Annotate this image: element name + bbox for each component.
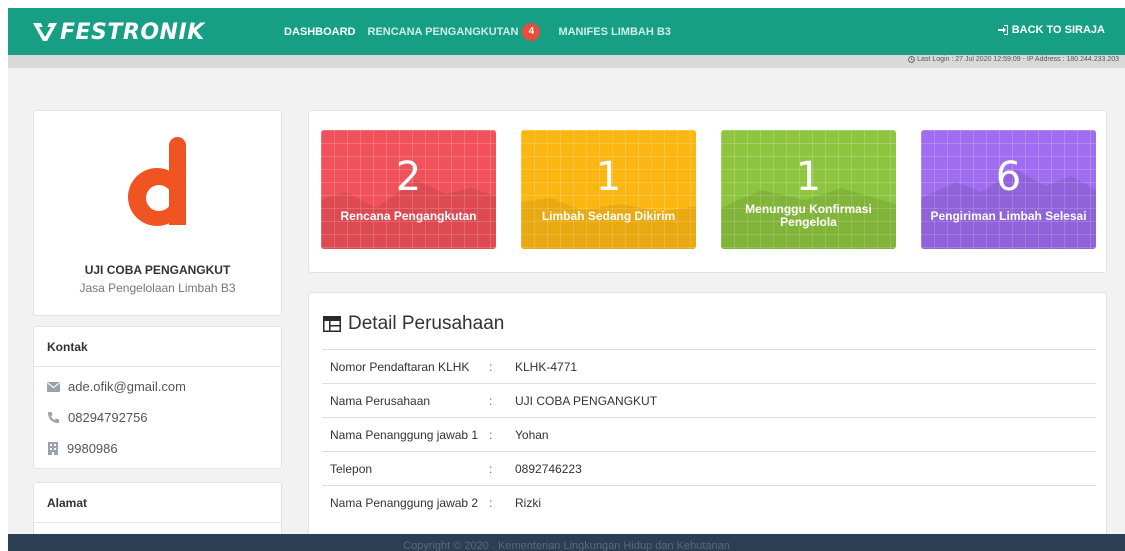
contact-card: Kontak ade.ofik@gmail.com 08294792756 99… (33, 326, 282, 469)
company-logo (124, 137, 190, 227)
last-login-text: Last Login : 27 Jul 2020 12:59:09 - IP A… (917, 56, 1119, 63)
stat-label: Menunggu Konfirmasi Pengelola (745, 202, 872, 229)
detail-title-text: Detail Perusahaan (348, 313, 505, 334)
company-profile-card: UJI COBA PENGANGKUT Jasa Pengelolaan Lim… (33, 110, 282, 316)
status-subbar: Last Login : 27 Jul 2020 12:59:09 - IP A… (8, 55, 1125, 68)
table-row: Nama Penanggung jawab 1 : Yohan (322, 417, 1096, 452)
back-to-siraja-link[interactable]: BACK TO SIRAJA (997, 24, 1105, 36)
company-name: UJI COBA PENGANGKUT (84, 263, 231, 277)
stat-tile-dikirim[interactable]: 1 Limbah Sedang Dikirim (521, 130, 696, 249)
detail-value: Yohan (515, 417, 1096, 452)
detail-title: Detail Perusahaan (323, 313, 504, 335)
brand-logo[interactable]: FESTRONIK (32, 18, 205, 46)
nav-manifes-limbah[interactable]: MANIFES LIMBAH B3 (558, 26, 670, 38)
stat-value: 6 (995, 154, 1022, 200)
contact-phone-row: 08294792756 (34, 402, 281, 433)
detail-separator: : (489, 383, 515, 418)
back-to-siraja-label: BACK TO SIRAJA (1011, 24, 1105, 36)
detail-value: 0892746223 (515, 451, 1096, 486)
nav-rencana-pengangkutan[interactable]: RENCANA PENGANGKUTAN 4 (367, 22, 541, 41)
stat-value: 1 (595, 154, 622, 200)
address-heading: Alamat (34, 483, 281, 523)
table-row: Nomor Pendaftaran KLHK : KLHK-4771 (322, 349, 1096, 384)
detail-separator: : (489, 451, 515, 486)
detail-value: UJI COBA PENGANGKUT (515, 383, 1096, 418)
envelope-icon (47, 381, 60, 392)
brand-chevron-icon (33, 23, 57, 41)
contact-email: ade.ofik@gmail.com (68, 379, 186, 394)
footer-copyright: Copyright © 2020 . Kementerian Lingkunga… (403, 540, 730, 551)
phone-icon (48, 412, 59, 423)
contact-email-row: ade.ofik@gmail.com (34, 371, 281, 402)
stat-label: Rencana Pengangkutan (340, 208, 477, 223)
nav-rencana-badge: 4 (522, 22, 541, 41)
detail-key: Nomor Pendaftaran KLHK (322, 349, 489, 384)
contact-fax-row: 9980986 (34, 433, 281, 464)
stat-value: 1 (795, 154, 822, 200)
last-login-info: Last Login : 27 Jul 2020 12:59:09 - IP A… (908, 56, 1119, 63)
table-row: Telepon : 0892746223 (322, 451, 1096, 486)
detail-value: Rizki (515, 485, 1096, 520)
detail-value: KLHK-4771 (515, 349, 1096, 384)
stat-value: 2 (395, 154, 422, 200)
app-frame: FESTRONIK DASHBOARD RENCANA PENGANGKUTAN… (8, 8, 1125, 551)
detail-table: Nomor Pendaftaran KLHK : KLHK-4771 Nama … (322, 349, 1096, 520)
contact-list: ade.ofik@gmail.com 08294792756 9980986 (34, 367, 281, 464)
detail-key: Nama Penanggung jawab 2 (322, 485, 489, 520)
stat-tile-rencana[interactable]: 2 Rencana Pengangkutan (321, 130, 496, 249)
detail-key: Telepon (322, 451, 489, 486)
company-detail-card: Detail Perusahaan Nomor Pendaftaran KLHK… (308, 292, 1107, 551)
detail-separator: : (489, 485, 515, 520)
company-type: Jasa Pengelolaan Limbah B3 (79, 281, 236, 295)
detail-separator: : (489, 417, 515, 452)
contact-phone: 08294792756 (68, 410, 148, 425)
table-icon (323, 316, 341, 332)
brand-name: FESTRONIK (60, 19, 205, 45)
clock-icon (908, 56, 915, 63)
contact-fax: 9980986 (67, 441, 118, 456)
contact-heading: Kontak (34, 327, 281, 367)
stats-card: 2 Rencana Pengangkutan 1 Limbah Sedang D… (308, 110, 1107, 273)
nav-dashboard[interactable]: DASHBOARD (284, 26, 356, 38)
detail-key: Nama Penanggung jawab 1 (322, 417, 489, 452)
stat-label: Pengiriman Limbah Selesai (930, 208, 1087, 223)
sign-in-icon (997, 25, 1008, 35)
main-nav: DASHBOARD RENCANA PENGANGKUTAN 4 MANIFES… (284, 8, 689, 55)
detail-separator: : (489, 349, 515, 384)
building-icon (48, 442, 58, 455)
nav-manifes-label: MANIFES LIMBAH B3 (558, 25, 671, 38)
table-row: Nama Penanggung jawab 2 : Rizki (322, 485, 1096, 520)
detail-key: Nama Perusahaan (322, 383, 489, 418)
top-navbar: FESTRONIK DASHBOARD RENCANA PENGANGKUTAN… (8, 8, 1125, 55)
table-row: Nama Perusahaan : UJI COBA PENGANGKUT (322, 383, 1096, 418)
stat-tile-selesai[interactable]: 6 Pengiriman Limbah Selesai (921, 130, 1096, 249)
nav-rencana-label: RENCANA PENGANGKUTAN (367, 25, 519, 38)
footer: Copyright © 2020 . Kementerian Lingkunga… (8, 534, 1125, 551)
company-logo-d-icon (128, 137, 186, 226)
stat-tile-menunggu[interactable]: 1 Menunggu Konfirmasi Pengelola (721, 130, 896, 249)
nav-dashboard-label: DASHBOARD (284, 25, 356, 38)
stat-label: Limbah Sedang Dikirim (541, 208, 676, 223)
